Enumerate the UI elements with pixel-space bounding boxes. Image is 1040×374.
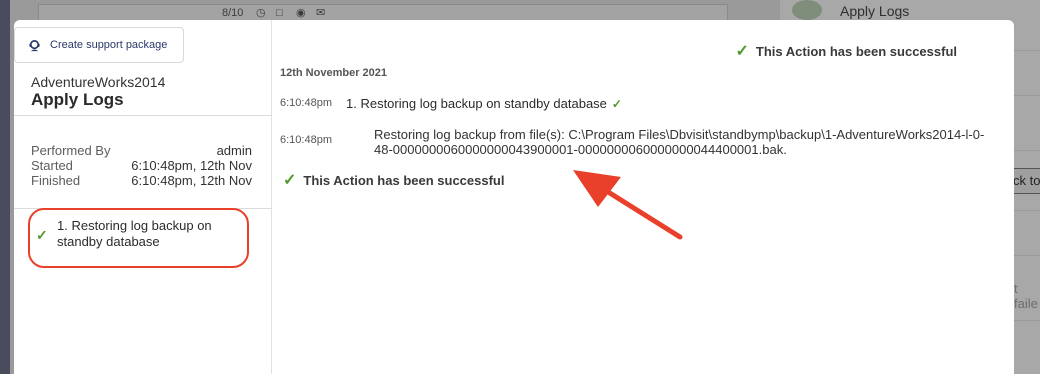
support-button-label: Create support package [50, 39, 168, 51]
mail-icon: ✉ [316, 7, 326, 19]
finished-value: 6:10:48pm, 12th Nov [131, 173, 252, 188]
support-agent-icon [29, 39, 40, 51]
background-failed-text: t faile [1014, 281, 1038, 311]
success-status-top: ✓ This Action has been successful [736, 41, 957, 61]
performed-by-value: admin [216, 143, 252, 158]
success-message: This Action has been successful [755, 43, 957, 59]
task-title: Apply Logs [31, 90, 124, 109]
performed-by-row: Performed By admin [31, 143, 252, 158]
eye-icon: ◉ [296, 7, 306, 19]
performed-by-label: Performed By [31, 143, 111, 158]
document-icon: □ [276, 7, 283, 19]
divider [14, 208, 272, 209]
success-status-bottom: ✓ This Action has been successful [283, 170, 504, 190]
log-timestamp: 6:10:48pm [280, 97, 332, 109]
log-timestamp: 6:10:48pm [280, 134, 332, 146]
step-label: 1. Restoring log backup on standby datab… [57, 218, 212, 249]
database-name: AdventureWorks2014 [31, 74, 166, 90]
finished-row: Finished 6:10:48pm, 12th Nov [31, 173, 252, 188]
checkmark-icon: ✓ [611, 97, 622, 111]
started-row: Started 6:10:48pm, 12th Nov [31, 158, 252, 173]
started-label: Started [31, 158, 73, 173]
background-apply-logs-label: Apply Logs [840, 3, 910, 19]
log-detail-entry: Restoring log backup from file(s): C:\Pr… [374, 127, 985, 157]
task-detail-modal: Create support package AdventureWorks201… [14, 20, 1014, 374]
background-counter: 8/10 [222, 7, 244, 19]
checkmark-icon: ✓ [735, 43, 749, 60]
create-support-package-button[interactable]: Create support package [14, 27, 184, 63]
background-sidebar [0, 0, 10, 374]
task-log-panel: ✓ This Action has been successful 12th N… [272, 20, 1014, 374]
checkmark-icon: ✓ [283, 172, 297, 189]
clock-icon: ◷ [256, 7, 266, 19]
finished-label: Finished [31, 173, 81, 188]
download-arrow-icon [792, 0, 822, 20]
task-summary-panel: Create support package AdventureWorks201… [14, 20, 272, 374]
step-list-item[interactable]: ✓ 1. Restoring log backup on standby dat… [36, 213, 250, 269]
success-message: This Action has been successful [303, 172, 505, 188]
log-step-text: 1. Restoring log backup on standby datab… [346, 96, 607, 111]
checkmark-icon: ✓ [36, 227, 48, 243]
divider [14, 115, 272, 116]
log-step-entry: 1. Restoring log backup on standby datab… [346, 96, 622, 111]
started-value: 6:10:48pm, 12th Nov [131, 158, 252, 173]
log-date: 12th November 2021 [280, 67, 387, 79]
